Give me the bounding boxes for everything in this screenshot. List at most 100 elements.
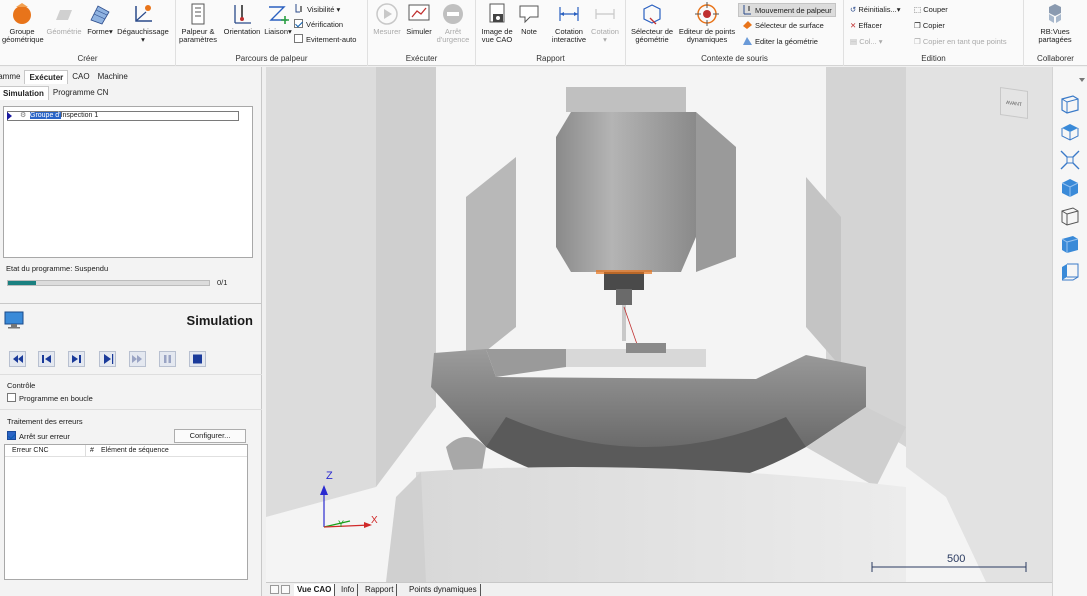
stop-button[interactable]: [189, 351, 206, 367]
tab-scroll-right-icon[interactable]: [281, 585, 290, 594]
inspection-tree[interactable]: ⚙ Groupe d'Inspection 1: [3, 106, 253, 258]
program-progress-count: 0/1: [217, 278, 228, 287]
toolbar-scroll-down-icon[interactable]: [1079, 78, 1085, 82]
visibility-menu[interactable]: Visibilité ▾: [294, 3, 340, 17]
probe-move-button[interactable]: Mouvement de palpeur: [738, 3, 836, 17]
emergency-stop-button[interactable]: Arrêt d'urgence: [436, 2, 470, 44]
geom-selector-button[interactable]: Sélecteur de géométrie: [628, 2, 676, 44]
tab-simulation[interactable]: Simulation: [0, 86, 49, 100]
probe-params-button[interactable]: Palpeur & paramètres: [178, 2, 218, 44]
view-side-cube-icon[interactable]: [1059, 261, 1081, 283]
error-table[interactable]: Erreur CNC # Elément de séquence: [4, 444, 248, 580]
note-button[interactable]: Note: [516, 2, 542, 36]
view-wire-cube-icon[interactable]: [1059, 205, 1081, 227]
shared-views-button[interactable]: RB:Vues partagées: [1030, 2, 1080, 44]
view-top-cube-icon[interactable]: [1059, 121, 1081, 143]
monitor-icon: [4, 311, 24, 329]
copy-as-points-button[interactable]: ❐ Copier en tant que points: [914, 35, 1007, 49]
sub-tabs: Simulation Programme CN: [0, 86, 112, 100]
ribbon-group-probe-path: Palpeur & paramètres Orientation Liaison…: [176, 0, 368, 66]
reset-button[interactable]: ↺ Réinitialis...▾: [850, 3, 901, 17]
ribbon-group-edit: ↺ Réinitialis...▾ ✕ Effacer ▤ Col... ▾ ⬚…: [844, 0, 1024, 66]
link-button[interactable]: Liaison▾: [264, 2, 292, 36]
col-sequence-element[interactable]: Elément de séquence: [101, 445, 169, 457]
stop-on-error-checkbox[interactable]: Arrêt sur erreur: [7, 431, 70, 442]
simulation-title: Simulation: [186, 313, 253, 328]
fast-forward-button[interactable]: [129, 351, 146, 367]
ribbon-group-execute-label: Exécuter: [405, 54, 438, 63]
probe-move-icon: [743, 5, 751, 15]
tree-item-label: Inspection 1: [60, 112, 99, 119]
geometry-button[interactable]: Géométrie: [44, 2, 84, 36]
surface-selector-button[interactable]: Sélecteur de surface: [742, 19, 824, 33]
view-cube[interactable]: AVANT: [1000, 87, 1028, 119]
cad-viewport[interactable]: Z Y X AVANT 500: [266, 67, 1052, 582]
ribbon-group-create: Groupe géométrique Géométrie Forme▾ Déga…: [0, 0, 176, 66]
copy-icon: ❐: [914, 21, 921, 30]
axis-z-label: Z: [326, 470, 333, 482]
erase-button[interactable]: ✕ Effacer: [850, 19, 882, 33]
interactive-dim-button[interactable]: Cotation interactive: [548, 2, 590, 44]
control-label: Contrôle: [7, 381, 36, 390]
rewind-button[interactable]: [9, 351, 26, 367]
cube-selector-icon: [643, 4, 661, 25]
view-front-cube-icon[interactable]: [1059, 93, 1081, 115]
simulate-icon: [408, 4, 430, 21]
simulate-button[interactable]: Simuler: [404, 2, 434, 36]
loop-program-checkbox[interactable]: Programme en boucle: [7, 393, 93, 404]
orientation-button[interactable]: Orientation: [220, 2, 264, 36]
tree-item-inspection-group[interactable]: ⚙ Groupe d'Inspection 1: [7, 111, 239, 121]
tab-machine[interactable]: Machine: [94, 70, 132, 84]
play-circle-icon: [376, 3, 398, 25]
viewport-tabs: Vue CAO Info Rapport Points dynamiques: [266, 582, 1052, 596]
tab-programme-cn[interactable]: Programme CN: [49, 86, 113, 100]
edit-geometry-button[interactable]: Editer la géométrie: [742, 35, 818, 49]
view-iso-solid-icon[interactable]: [1059, 177, 1081, 199]
interactive-dim-icon: [559, 7, 579, 21]
step-forward-button[interactable]: [68, 351, 85, 367]
view-shaded-cube-icon[interactable]: [1059, 233, 1081, 255]
col-cnc-error[interactable]: Erreur CNC: [12, 445, 49, 457]
group-icon: ⚙: [20, 112, 27, 119]
tab-cao[interactable]: CAO: [68, 70, 93, 84]
measure-button[interactable]: Mesurer: [370, 2, 404, 36]
erase-icon: ✕: [850, 21, 857, 30]
col-number[interactable]: #: [90, 445, 94, 457]
alignment-button[interactable]: Dégauchissage ▾: [114, 2, 172, 44]
ribbon: Groupe géométrique Géométrie Forme▾ Déga…: [0, 0, 1087, 66]
tab-scroll-left-icon[interactable]: [270, 585, 279, 594]
form-button[interactable]: Forme▾: [85, 2, 115, 36]
paste-button[interactable]: ▤ Col... ▾: [850, 35, 883, 49]
play-button[interactable]: [99, 351, 116, 367]
dyn-points-editor-button[interactable]: Editeur de points dynamiques: [676, 2, 738, 44]
auto-avoid-checkbox[interactable]: Evitement-auto: [294, 33, 356, 47]
paste-icon: ▤: [850, 37, 858, 46]
step-forward-icon: [72, 355, 81, 363]
expand-arrow-icon[interactable]: [7, 112, 12, 120]
machine-3d-scene[interactable]: Z Y X: [266, 67, 1052, 582]
tab-rapport[interactable]: Rapport: [362, 584, 398, 596]
tab-points-dynamiques[interactable]: Points dynamiques: [406, 584, 481, 596]
fit-view-icon[interactable]: [1059, 149, 1081, 171]
scale-label: 500: [947, 553, 966, 565]
divider: [0, 409, 262, 410]
reset-icon: ↺: [850, 5, 857, 14]
probe-params-icon: [191, 3, 205, 25]
tab-gamme[interactable]: Gamme: [0, 70, 24, 84]
geom-group-button[interactable]: Groupe géométrique: [2, 2, 44, 44]
tab-vue-cao[interactable]: Vue CAO: [294, 584, 336, 596]
cad-image-button[interactable]: Image de vue CAO: [478, 2, 516, 44]
verification-checkbox[interactable]: Vérification: [294, 18, 343, 32]
copy-button[interactable]: ❐ Copier: [914, 19, 945, 33]
app-window: Groupe géométrique Géométrie Forme▾ Déga…: [0, 0, 1087, 596]
cut-button[interactable]: ⬚ Couper: [914, 3, 948, 17]
step-back-button[interactable]: [38, 351, 55, 367]
tab-info[interactable]: Info: [338, 584, 359, 596]
pause-button[interactable]: [159, 351, 176, 367]
dimension-button[interactable]: Cotation ▾: [588, 2, 622, 44]
configure-button[interactable]: Configurer...: [174, 429, 246, 443]
camera-icon: [489, 3, 505, 23]
shared-cubes-icon: [1049, 4, 1061, 23]
tab-executer[interactable]: Exécuter: [24, 70, 69, 84]
stop-on-error-check-icon: [7, 431, 16, 440]
